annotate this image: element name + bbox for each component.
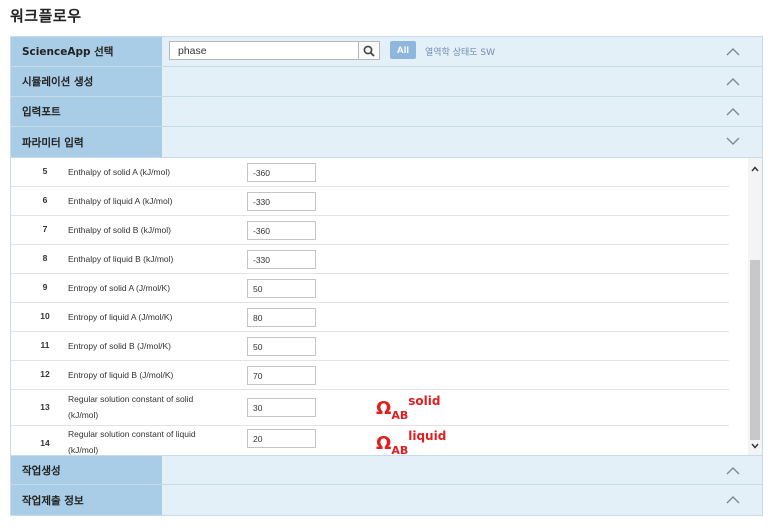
- chevron-up-icon[interactable]: [726, 465, 740, 475]
- search-input[interactable]: [169, 41, 359, 60]
- chevron-up-icon[interactable]: [726, 46, 740, 56]
- parameter-name-line1: Regular solution constant of solid: [68, 394, 194, 404]
- parameter-name: Enthalpy of liquid A (kJ/mol): [68, 196, 173, 206]
- parameter-value-input[interactable]: [247, 429, 316, 448]
- parameter-row: 7 Enthalpy of solid B (kJ/mol): [11, 216, 729, 245]
- parameter-row: 5 Enthalpy of solid A (kJ/mol): [11, 158, 729, 187]
- section-parameter-input-label: 파라미터 입력: [11, 127, 162, 157]
- parameter-number: 13: [40, 402, 50, 412]
- scroll-down-arrow-icon[interactable]: [751, 443, 759, 449]
- section-input-port[interactable]: 입력포트: [11, 97, 762, 127]
- search-button[interactable]: [358, 41, 380, 60]
- parameter-row: 9 Entropy of solid A (J/mol/K): [11, 274, 729, 303]
- parameter-number: 6: [42, 195, 48, 205]
- chevron-down-icon[interactable]: [726, 136, 740, 146]
- parameter-value-input[interactable]: [247, 163, 316, 182]
- parameter-row: 12 Entropy of liquid B (J/mol/K): [11, 361, 729, 390]
- section-simulation-label: 시뮬레이션 생성: [11, 67, 162, 96]
- section-job-submit-body: [162, 485, 762, 515]
- section-simulation[interactable]: 시뮬레이션 생성: [11, 67, 762, 97]
- parameter-name: Entropy of solid A (J/mol/K): [68, 283, 171, 293]
- section-parameter-input-body: [162, 127, 762, 157]
- parameter-value-input[interactable]: [247, 308, 316, 327]
- parameter-number: 9: [42, 282, 48, 292]
- parameter-name: Entropy of liquid A (J/mol/K): [68, 312, 173, 322]
- chevron-up-icon[interactable]: [726, 106, 740, 116]
- parameter-row: 11 Entropy of solid B (J/mol/K): [11, 332, 729, 361]
- parameter-number: 11: [40, 340, 50, 350]
- parameter-value-input[interactable]: [247, 366, 316, 385]
- parameter-number: 7: [42, 224, 48, 234]
- section-job-create[interactable]: 작업생성: [11, 455, 762, 485]
- parameter-scrollbar[interactable]: [748, 158, 762, 459]
- omega-liquid-annotation: ΩABliquid: [376, 429, 447, 457]
- section-job-create-body: [162, 456, 762, 484]
- parameter-value-input[interactable]: [247, 398, 316, 417]
- parameter-name: Entropy of liquid B (J/mol/K): [68, 370, 174, 380]
- selected-app-name[interactable]: 열역학 상태도 SW: [425, 45, 495, 58]
- parameter-name: Entropy of solid B (J/mol/K): [68, 341, 171, 351]
- section-job-submit[interactable]: 작업제출 정보: [11, 485, 762, 515]
- scroll-up-arrow-icon[interactable]: [751, 166, 759, 172]
- parameter-row: 10 Entropy of liquid A (J/mol/K): [11, 303, 729, 332]
- parameter-row: 13 Regular solution constant of solid (k…: [11, 390, 729, 426]
- parameter-value-input[interactable]: [247, 337, 316, 356]
- section-job-submit-label: 작업제출 정보: [11, 485, 162, 515]
- omega-solid-annotation: ΩABsolid: [376, 394, 441, 422]
- parameter-value-input[interactable]: [247, 279, 316, 298]
- parameter-row: 8 Enthalpy of liquid B (kJ/mol): [11, 245, 729, 274]
- section-job-create-label: 작업생성: [11, 456, 162, 484]
- parameter-name: Enthalpy of solid A (kJ/mol): [68, 167, 171, 177]
- section-input-port-body: [162, 97, 762, 126]
- parameter-value-input[interactable]: [247, 221, 316, 240]
- parameter-number: 10: [40, 311, 50, 321]
- page-title: 워크플로우: [10, 7, 82, 25]
- parameter-name: Enthalpy of liquid B (kJ/mol): [68, 254, 174, 264]
- search-icon: [363, 45, 375, 57]
- parameter-name-line2: (kJ/mol): [68, 410, 99, 420]
- parameter-name: Enthalpy of solid B (kJ/mol): [68, 225, 171, 235]
- workflow-panel: ScienceApp 선택 All 열역학 상태도 SW 시뮬레이션 생성 입력…: [10, 36, 763, 516]
- parameter-number: 5: [42, 166, 48, 176]
- parameter-name-line1: Regular solution constant of liquid: [68, 429, 196, 439]
- parameter-value-input[interactable]: [247, 192, 316, 211]
- section-input-port-label: 입력포트: [11, 97, 162, 126]
- parameter-list: 5 Enthalpy of solid A (kJ/mol) 6 Enthalp…: [11, 158, 762, 459]
- parameter-number: 12: [40, 369, 50, 379]
- chevron-up-icon[interactable]: [726, 494, 740, 504]
- parameter-number: 14: [40, 438, 50, 448]
- scrollbar-thumb[interactable]: [750, 260, 760, 440]
- section-scienceapp[interactable]: ScienceApp 선택 All 열역학 상태도 SW: [11, 37, 762, 67]
- section-scienceapp-body: All 열역학 상태도 SW: [162, 37, 762, 66]
- section-parameter-input[interactable]: 파라미터 입력: [11, 127, 762, 158]
- section-simulation-body: [162, 67, 762, 96]
- parameter-number: 8: [42, 253, 48, 263]
- parameter-row: 6 Enthalpy of liquid A (kJ/mol): [11, 187, 729, 216]
- section-scienceapp-label: ScienceApp 선택: [11, 37, 162, 66]
- parameter-value-input[interactable]: [247, 250, 316, 269]
- chevron-up-icon[interactable]: [726, 76, 740, 86]
- all-button[interactable]: All: [390, 41, 416, 59]
